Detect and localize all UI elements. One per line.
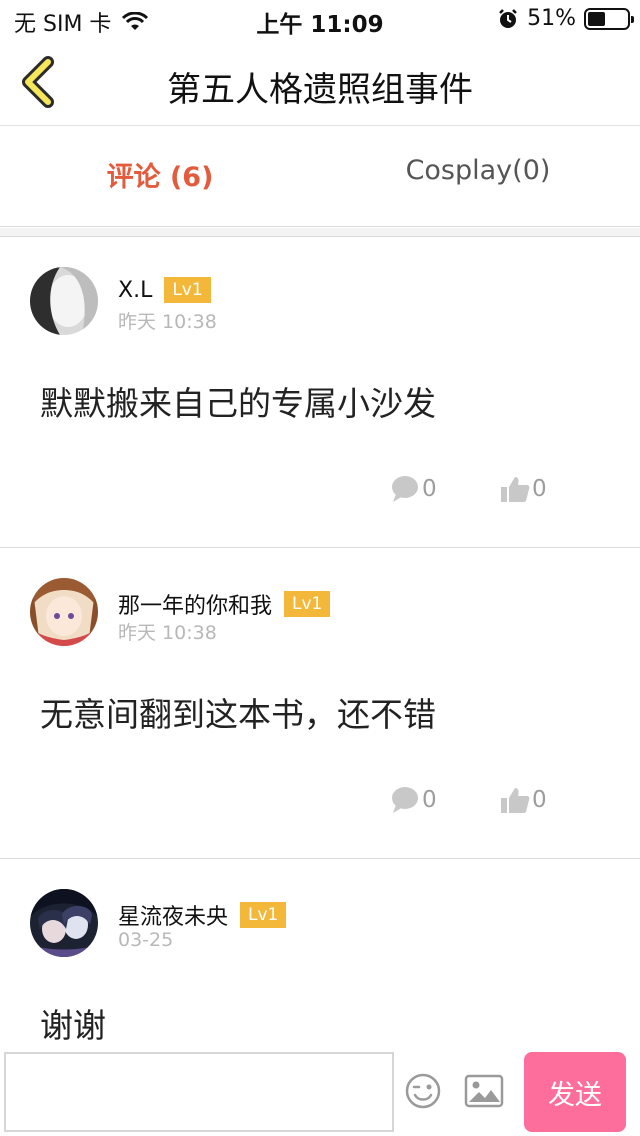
comment-date: 昨天 10:38: [118, 311, 217, 333]
reply-count: 0: [422, 476, 437, 502]
speech-bubble-icon: [392, 476, 418, 502]
comment-input-bar: 发送: [0, 1048, 640, 1136]
status-right: 51%: [497, 6, 634, 31]
author-name[interactable]: 星流夜未央: [118, 899, 228, 931]
comment-actions: 0 0: [390, 786, 547, 814]
level-badge: Lv1: [284, 591, 331, 617]
tab-bar: 评论 (6) Cosplay(0): [0, 127, 640, 227]
comment-date: 昨天 10:38: [118, 622, 217, 644]
avatar[interactable]: [30, 267, 98, 335]
avatar[interactable]: [30, 578, 98, 646]
image-icon[interactable]: [464, 1074, 504, 1108]
comment-text: 谢谢: [40, 1006, 106, 1045]
battery-level: [588, 11, 606, 26]
comment-actions: 0 0: [390, 475, 547, 503]
comment-author: X.L Lv1: [118, 277, 211, 303]
author-name[interactable]: X.L: [118, 278, 152, 303]
comment-item: X.L Lv1 昨天 10:38 默默搬来自己的专属小沙发 0 0: [0, 237, 640, 548]
level-badge: Lv1: [240, 902, 287, 928]
speech-bubble-icon: [392, 787, 418, 813]
comment-text: 无意间翻到这本书，还不错: [40, 695, 436, 734]
like-count: 0: [532, 476, 547, 502]
thumbs-up-icon: [501, 788, 530, 813]
comment-text: 默默搬来自己的专属小沙发: [40, 384, 436, 423]
comment-list: X.L Lv1 昨天 10:38 默默搬来自己的专属小沙发 0 0 那一年的你和…: [0, 237, 640, 1059]
comment-input[interactable]: [4, 1052, 394, 1132]
reply-count: 0: [422, 787, 437, 813]
tab-cosplay[interactable]: Cosplay(0): [348, 155, 608, 186]
author-name[interactable]: 那一年的你和我: [118, 588, 272, 620]
like-button[interactable]: 0: [500, 786, 547, 814]
status-bar: 无 SIM 卡 上午 11:09 51%: [0, 0, 640, 40]
comment-date: 03-25: [118, 929, 174, 951]
page-title: 第五人格遗照组事件: [167, 70, 473, 110]
comment-item: 星流夜未央 Lv1 03-25 谢谢: [0, 859, 640, 1059]
like-button[interactable]: 0: [500, 475, 547, 503]
battery-icon: [584, 7, 634, 30]
thumbs-up-icon: [501, 477, 530, 502]
alarm-icon: [499, 8, 517, 28]
nav-bar: 第五人格遗照组事件: [0, 40, 640, 126]
emoji-icon[interactable]: [404, 1072, 442, 1110]
tab-comments[interactable]: 评论 (6): [30, 155, 290, 194]
section-divider: [0, 228, 640, 237]
reply-button[interactable]: 0: [390, 786, 500, 814]
send-button[interactable]: 发送: [524, 1052, 626, 1132]
comment-author: 那一年的你和我 Lv1: [118, 588, 331, 620]
battery-percent: 51%: [527, 6, 576, 31]
level-badge: Lv1: [164, 277, 211, 303]
avatar[interactable]: [30, 889, 98, 957]
comment-author: 星流夜未央 Lv1: [118, 899, 287, 931]
comment-item: 那一年的你和我 Lv1 昨天 10:38 无意间翻到这本书，还不错 0 0: [0, 548, 640, 859]
like-count: 0: [532, 787, 547, 813]
reply-button[interactable]: 0: [390, 475, 500, 503]
